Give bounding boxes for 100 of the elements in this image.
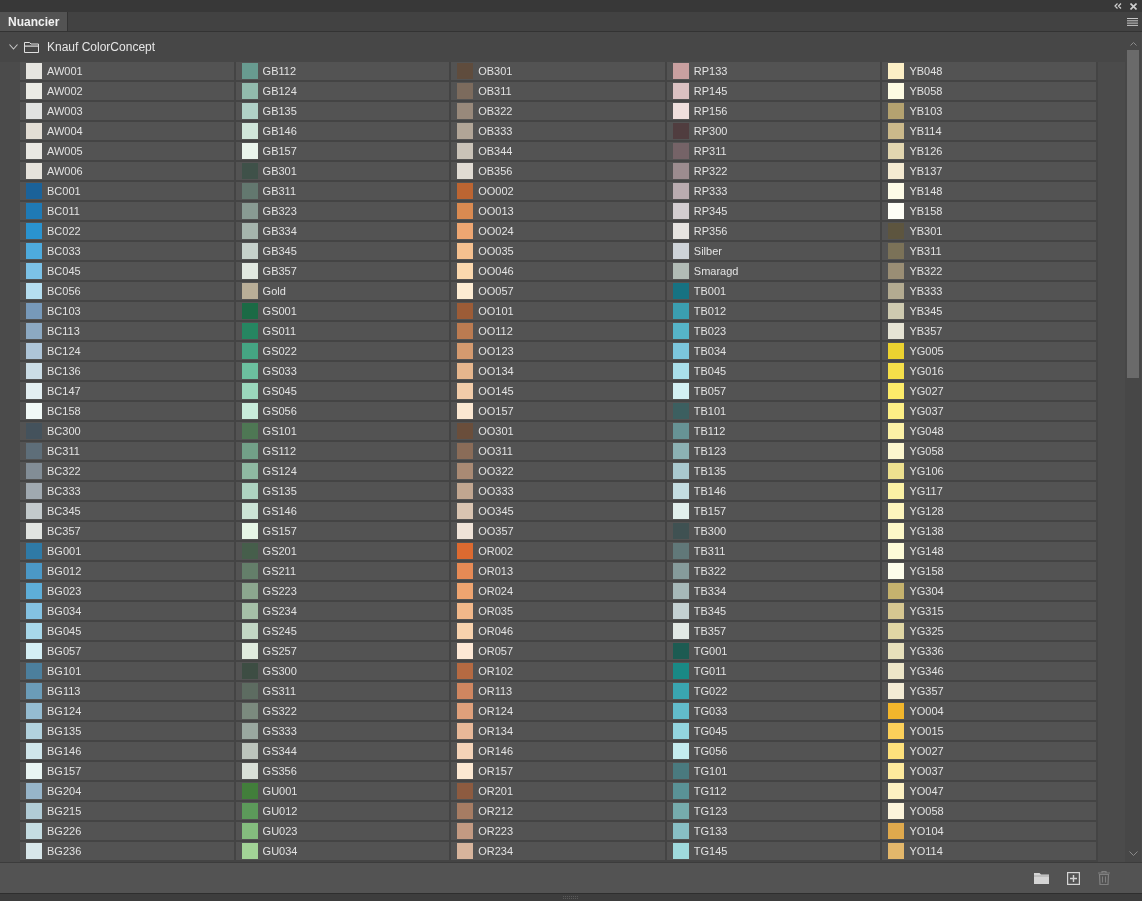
swatch-list-item[interactable]: AW006 <box>20 162 236 182</box>
swatch-list-item[interactable]: GS322 <box>235 702 452 722</box>
swatch-list-item[interactable]: OR234 <box>451 842 667 862</box>
swatch-list-item[interactable]: BG045 <box>20 622 236 642</box>
swatch-list-item[interactable]: AW004 <box>20 122 236 142</box>
swatch-list-item[interactable]: GS211 <box>235 562 452 582</box>
swatch-list-item[interactable]: AW002 <box>20 82 236 102</box>
swatch-list-item[interactable]: TB345 <box>666 602 883 622</box>
swatch-list-item[interactable]: YG304 <box>882 582 1098 602</box>
swatch-list-item[interactable]: OO101 <box>451 302 667 322</box>
swatch-list-item[interactable]: GB146 <box>235 122 452 142</box>
swatch-list-item[interactable]: BC333 <box>20 482 236 502</box>
swatch-list-item[interactable]: YB301 <box>882 222 1098 242</box>
swatch-list-item[interactable]: OR035 <box>451 602 667 622</box>
group-header[interactable]: Knauf ColorConcept <box>0 32 1125 62</box>
swatch-list-item[interactable]: GB301 <box>235 162 452 182</box>
swatch-list-item[interactable]: BC124 <box>20 342 236 362</box>
swatch-list-item[interactable]: BC136 <box>20 362 236 382</box>
swatch-list-item[interactable]: BG023 <box>20 582 236 602</box>
swatch-list-item[interactable]: TB146 <box>666 482 883 502</box>
swatch-list-item[interactable]: GS223 <box>235 582 452 602</box>
swatch-list-item[interactable]: GS135 <box>235 482 452 502</box>
swatch-list-item[interactable]: YG315 <box>882 602 1098 622</box>
swatch-list-item[interactable]: TB012 <box>666 302 883 322</box>
swatch-list-item[interactable]: BG226 <box>20 822 236 842</box>
swatch-list-item[interactable]: YB058 <box>882 82 1098 102</box>
swatch-list-item[interactable]: OR013 <box>451 562 667 582</box>
swatch-list-item[interactable]: BG113 <box>20 682 236 702</box>
swatch-list-item[interactable]: OO057 <box>451 282 667 302</box>
swatch-list-item[interactable]: YG336 <box>882 642 1098 662</box>
swatch-list-item[interactable]: OR102 <box>451 662 667 682</box>
swatch-list-item[interactable]: OB301 <box>451 62 667 82</box>
swatch-list-item[interactable]: YB333 <box>882 282 1098 302</box>
swatch-list-item[interactable]: OO311 <box>451 442 667 462</box>
swatch-list-item[interactable]: GS033 <box>235 362 452 382</box>
swatch-list-item[interactable]: YO047 <box>882 782 1098 802</box>
swatch-list-item[interactable]: OO357 <box>451 522 667 542</box>
scrollbar-thumb[interactable] <box>1127 50 1139 378</box>
swatch-list-item[interactable]: GB334 <box>235 222 452 242</box>
swatch-list-item[interactable]: TB023 <box>666 322 883 342</box>
swatch-list-item[interactable]: YO027 <box>882 742 1098 762</box>
swatch-list-item[interactable]: BG012 <box>20 562 236 582</box>
swatch-list-item[interactable]: YG325 <box>882 622 1098 642</box>
swatch-list-item[interactable]: OR146 <box>451 742 667 762</box>
swatch-list-item[interactable]: OO345 <box>451 502 667 522</box>
swatch-list-item[interactable]: YB114 <box>882 122 1098 142</box>
swatch-list-item[interactable]: GS300 <box>235 662 452 682</box>
swatch-list-item[interactable]: OR124 <box>451 702 667 722</box>
swatch-list-item[interactable]: TG045 <box>666 722 883 742</box>
swatch-list-item[interactable]: YG037 <box>882 402 1098 422</box>
swatch-list-item[interactable]: YG058 <box>882 442 1098 462</box>
swatch-list-item[interactable]: RP356 <box>666 222 883 242</box>
swatch-list-item[interactable]: GS011 <box>235 322 452 342</box>
swatch-list-item[interactable]: TG011 <box>666 662 883 682</box>
swatch-list-item[interactable]: Silber <box>666 242 883 262</box>
swatch-list-item[interactable]: TB101 <box>666 402 883 422</box>
swatch-list-item[interactable]: TG133 <box>666 822 883 842</box>
swatch-list-item[interactable]: TB034 <box>666 342 883 362</box>
swatch-list-item[interactable]: GS045 <box>235 382 452 402</box>
swatch-list-item[interactable]: BG146 <box>20 742 236 762</box>
swatch-list-item[interactable]: YB322 <box>882 262 1098 282</box>
plus-square-icon[interactable] <box>1067 871 1080 885</box>
swatch-list-item[interactable]: OR223 <box>451 822 667 842</box>
scrollbar[interactable] <box>1125 32 1141 862</box>
swatch-list-item[interactable]: YB158 <box>882 202 1098 222</box>
swatch-list-item[interactable]: GS112 <box>235 442 452 462</box>
swatch-list-item[interactable]: OO134 <box>451 362 667 382</box>
swatch-list-item[interactable]: TG123 <box>666 802 883 822</box>
swatch-list-item[interactable]: OR024 <box>451 582 667 602</box>
swatch-list-item[interactable]: YO037 <box>882 762 1098 782</box>
swatch-list-item[interactable]: TB001 <box>666 282 883 302</box>
swatch-list-item[interactable]: BG101 <box>20 662 236 682</box>
swatch-list-item[interactable]: YB148 <box>882 182 1098 202</box>
swatch-list-item[interactable]: TG112 <box>666 782 883 802</box>
swatch-list-item[interactable]: GS356 <box>235 762 452 782</box>
swatch-list-item[interactable]: GU001 <box>235 782 452 802</box>
swatch-list-item[interactable]: GB157 <box>235 142 452 162</box>
swatch-list-item[interactable]: TB112 <box>666 422 883 442</box>
swatch-list-item[interactable]: YO015 <box>882 722 1098 742</box>
swatch-list-item[interactable]: AW001 <box>20 62 236 82</box>
swatch-list-item[interactable]: OO145 <box>451 382 667 402</box>
swatch-list-item[interactable]: GB323 <box>235 202 452 222</box>
swatch-list-item[interactable]: BG034 <box>20 602 236 622</box>
swatch-list-item[interactable]: BC045 <box>20 262 236 282</box>
swatch-list-item[interactable]: TG056 <box>666 742 883 762</box>
swatch-list-item[interactable]: GB311 <box>235 182 452 202</box>
swatch-list-item[interactable]: GB135 <box>235 102 452 122</box>
swatch-list-item[interactable]: BC345 <box>20 502 236 522</box>
chevron-down-icon[interactable] <box>9 44 18 50</box>
swatch-list-item[interactable]: OO333 <box>451 482 667 502</box>
swatch-list-item[interactable]: BC033 <box>20 242 236 262</box>
swatch-list-item[interactable]: TB311 <box>666 542 883 562</box>
swatch-list-item[interactable]: YG027 <box>882 382 1098 402</box>
swatch-list-item[interactable]: BG124 <box>20 702 236 722</box>
swatch-list-item[interactable]: OO002 <box>451 182 667 202</box>
swatch-list-item[interactable]: TG001 <box>666 642 883 662</box>
swatch-list-item[interactable]: BG001 <box>20 542 236 562</box>
scroll-up-icon[interactable] <box>1129 42 1137 46</box>
swatch-list-item[interactable]: OO301 <box>451 422 667 442</box>
swatch-list-item[interactable]: OB356 <box>451 162 667 182</box>
